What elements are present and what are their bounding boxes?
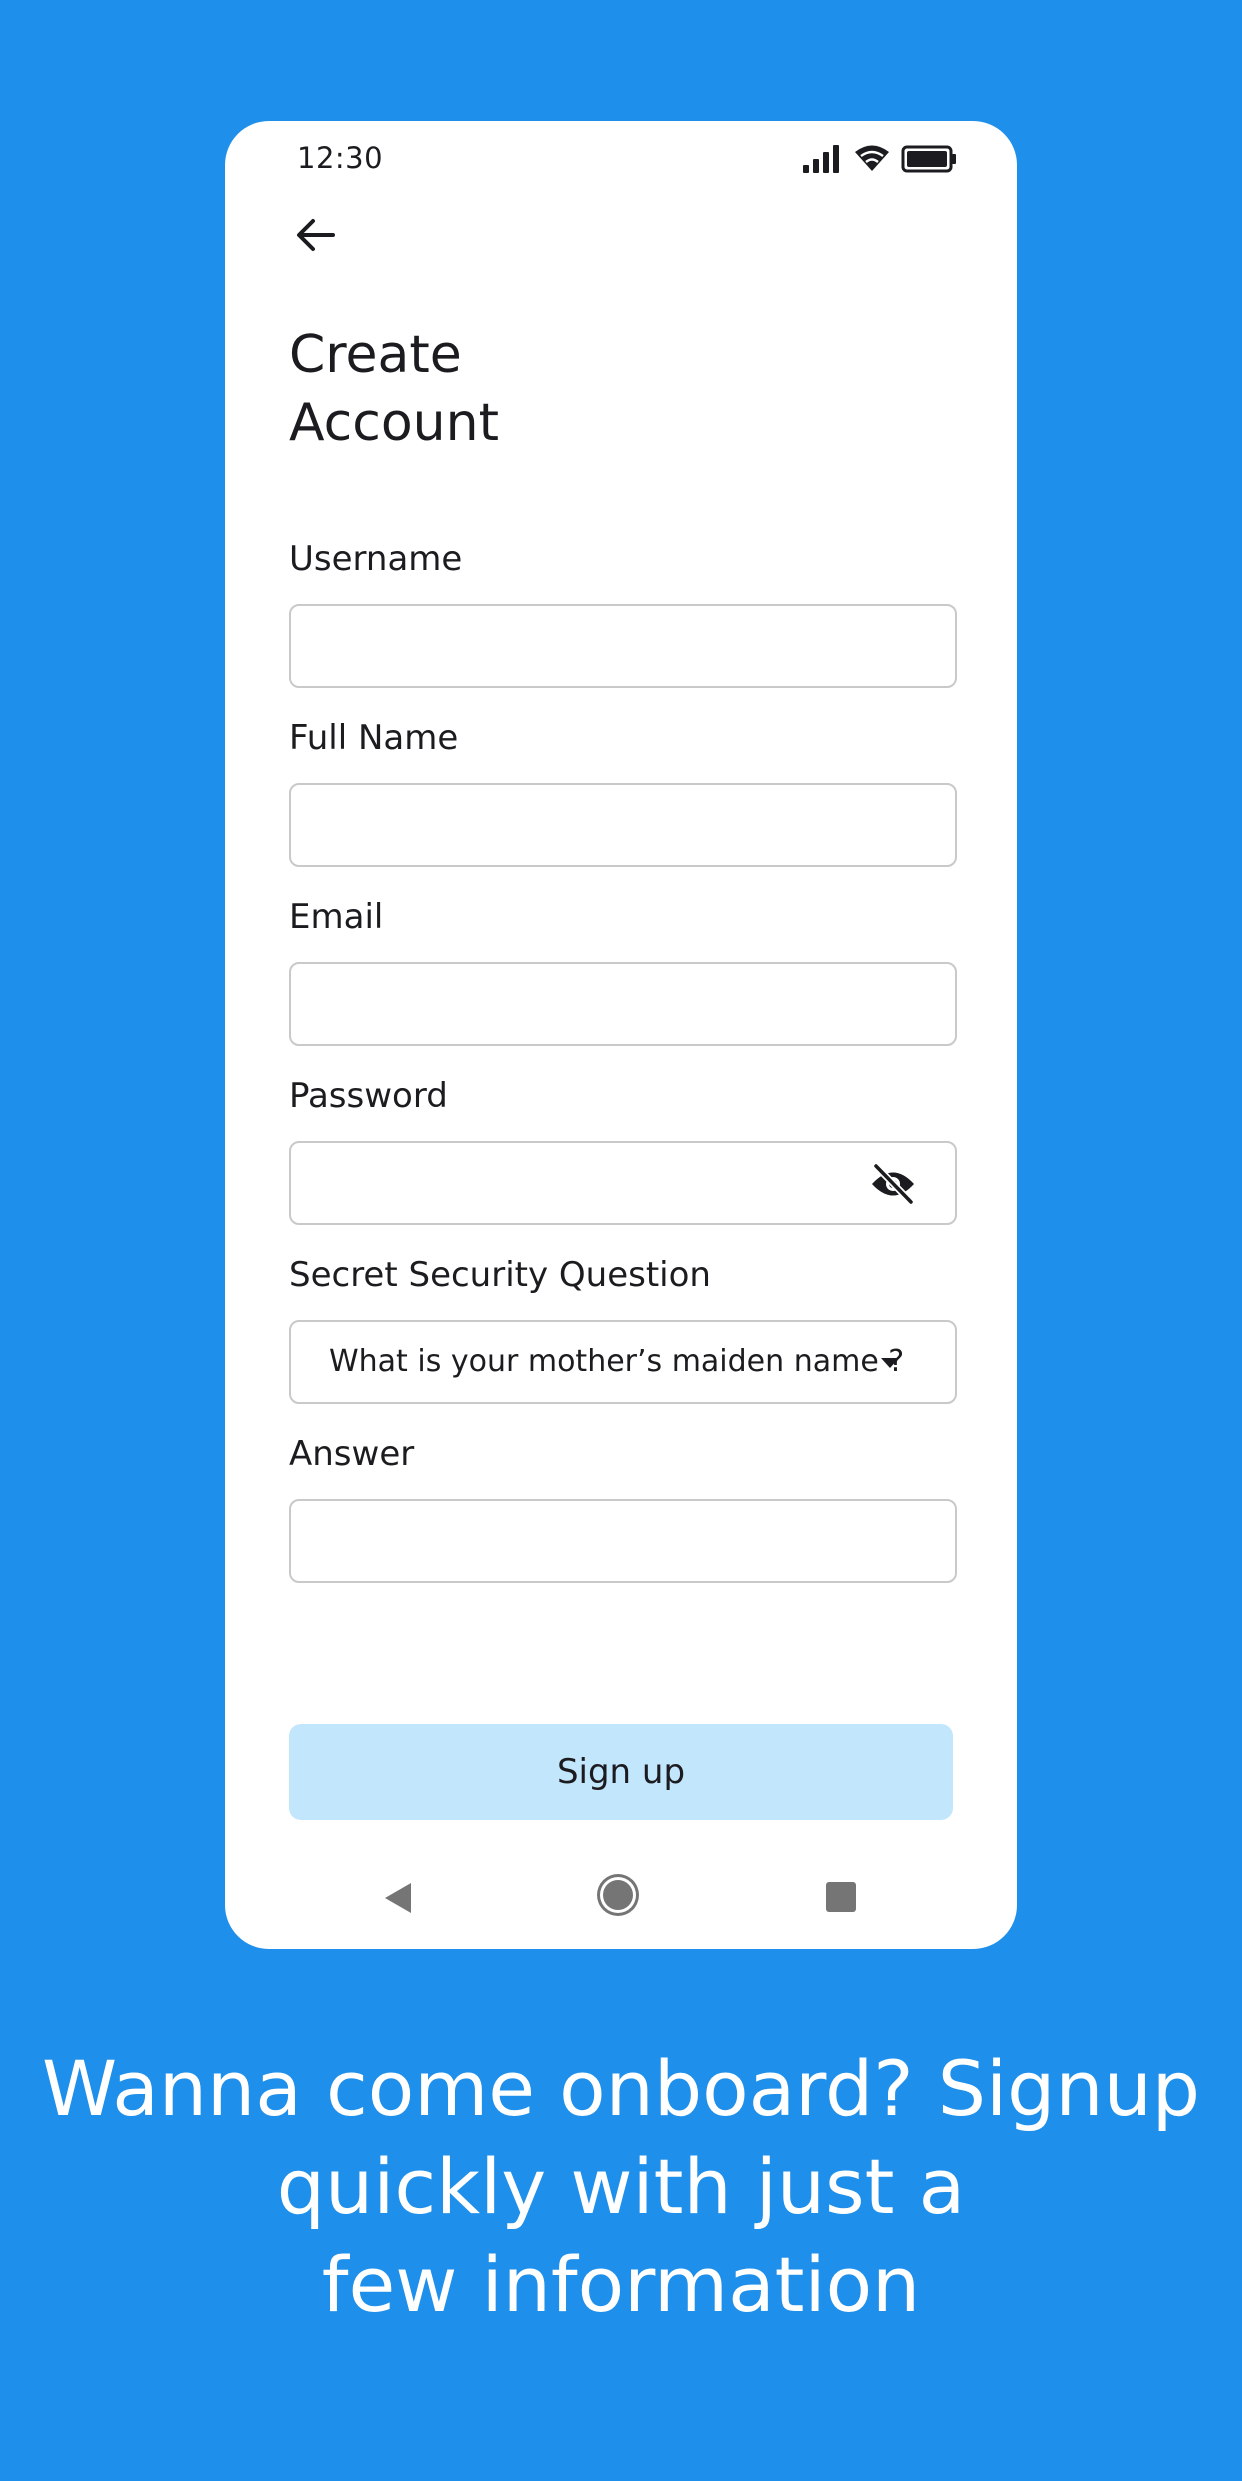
status-bar: 12:30 — [225, 121, 1017, 196]
nav-back-icon[interactable] — [385, 1883, 411, 1913]
battery-icon — [901, 145, 956, 173]
chevron-down-icon — [881, 1358, 899, 1368]
page-title: Create Account — [289, 321, 789, 457]
back-button[interactable] — [289, 207, 345, 263]
tagline-line-3: few information — [321, 2240, 921, 2329]
tagline: Wanna come onboard? Signup quickly with … — [0, 2040, 1242, 2334]
eye-off-icon[interactable] — [869, 1163, 917, 1205]
fullname-input[interactable] — [291, 785, 955, 865]
password-label: Password — [289, 1076, 448, 1116]
password-input[interactable] — [291, 1143, 955, 1223]
answer-label: Answer — [289, 1434, 415, 1474]
tagline-line-1: Wanna come onboard? Signup — [42, 2044, 1200, 2133]
security-question-label: Secret Security Question — [289, 1255, 711, 1295]
email-label: Email — [289, 897, 384, 937]
security-question-value: What is your mother’s maiden name ? — [329, 1344, 905, 1379]
tagline-line-2: quickly with just a — [276, 2142, 966, 2231]
arrow-left-icon — [297, 219, 335, 251]
phone-screen: 12:30 Create Account Username Full Name … — [225, 121, 1017, 1949]
answer-field[interactable] — [289, 1499, 957, 1583]
signal-icon — [803, 145, 839, 173]
username-label: Username — [289, 539, 463, 579]
fullname-label: Full Name — [289, 718, 459, 758]
status-time: 12:30 — [297, 141, 384, 175]
username-field[interactable] — [289, 604, 957, 688]
password-field[interactable] — [289, 1141, 957, 1225]
fullname-field[interactable] — [289, 783, 957, 867]
email-input[interactable] — [291, 964, 955, 1044]
page-title-line-2: Account — [289, 393, 499, 453]
answer-input[interactable] — [291, 1501, 955, 1581]
username-input[interactable] — [291, 606, 955, 686]
signup-button[interactable]: Sign up — [289, 1724, 953, 1820]
security-question-select[interactable]: What is your mother’s maiden name ? — [289, 1320, 957, 1404]
wifi-icon — [855, 145, 889, 171]
email-field[interactable] — [289, 962, 957, 1046]
nav-home-icon[interactable] — [603, 1880, 633, 1910]
system-nav-bar — [225, 1875, 1017, 1923]
status-icons — [801, 143, 957, 175]
page-title-line-1: Create — [289, 325, 462, 385]
nav-recents-icon[interactable] — [826, 1882, 856, 1912]
